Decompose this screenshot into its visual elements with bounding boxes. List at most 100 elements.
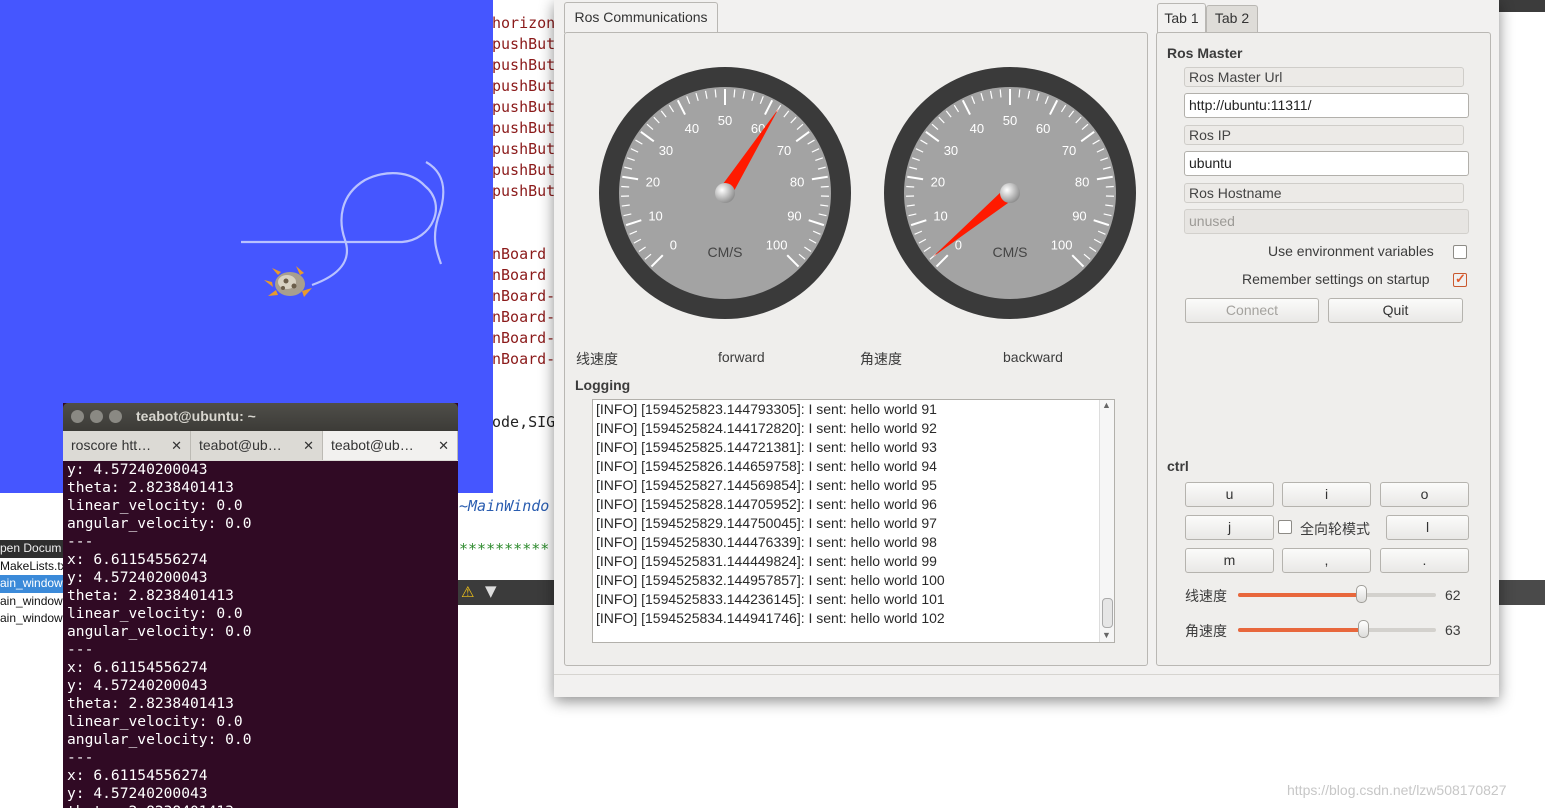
terminal-tab-3[interactable]: teabot@ub… ✕ xyxy=(323,431,458,460)
gauge-unit-label: CM/S xyxy=(708,244,743,260)
gauge-tick-label: 10 xyxy=(648,209,662,224)
terminal-title-bar[interactable]: teabot@ubuntu: ~ xyxy=(63,403,458,431)
tab-1[interactable]: Tab 1 xyxy=(1157,3,1206,33)
key-i-button[interactable]: i xyxy=(1282,482,1371,507)
close-tab-icon[interactable]: ✕ xyxy=(171,431,182,460)
quit-button[interactable]: Quit xyxy=(1328,298,1463,323)
use-env-vars-checkbox[interactable] xyxy=(1453,245,1467,259)
terminal-line: x: 6.61154556274 xyxy=(67,659,208,676)
gauge-hub xyxy=(1000,183,1020,203)
gauge-tick-label: 30 xyxy=(659,143,673,158)
omni-wheel-checkbox[interactable] xyxy=(1278,520,1292,534)
gauge-tick-label: 90 xyxy=(787,209,801,224)
tab-2[interactable]: Tab 2 xyxy=(1206,5,1258,32)
key-u-button[interactable]: u xyxy=(1185,482,1274,507)
angular-speed-slider[interactable] xyxy=(1238,620,1436,638)
connect-button[interactable]: Connect xyxy=(1185,298,1319,323)
ros-hostname-input[interactable]: unused xyxy=(1184,209,1469,234)
gauge-tick-label: 100 xyxy=(766,238,788,253)
close-tab-icon[interactable]: ✕ xyxy=(303,431,314,460)
terminal-tab-2[interactable]: teabot@ub… ✕ xyxy=(191,431,323,460)
gauge-tick-label: 60 xyxy=(1036,121,1050,136)
linear-speed-slider-handle[interactable] xyxy=(1355,585,1367,603)
log-line[interactable]: [INFO] [1594525830.144476339]: I sent: h… xyxy=(596,533,945,552)
key-j-button[interactable]: j xyxy=(1185,515,1274,540)
log-line[interactable]: [INFO] [1594525824.144172820]: I sent: h… xyxy=(596,419,945,438)
ros-gui-window: Ros Communications 0 10 20 30 40 50 60 70 80 90 10… xyxy=(554,0,1499,697)
terminal-line: x: 6.61154556274 xyxy=(67,551,208,568)
linear-speed-value: 62 xyxy=(1445,587,1461,603)
omni-wheel-label: 全向轮模式 xyxy=(1300,521,1370,537)
turtle-sprite xyxy=(264,266,312,297)
open-document-item[interactable]: MakeLists.tx xyxy=(0,558,64,576)
key-l-button[interactable]: l xyxy=(1386,515,1469,540)
log-line[interactable]: [INFO] [1594525832.144957857]: I sent: h… xyxy=(596,571,945,590)
terminal-tab-label: roscore htt… xyxy=(71,437,152,453)
log-line[interactable]: [INFO] [1594525823.144793305]: I sent: h… xyxy=(596,400,945,419)
tab-ros-communications[interactable]: Ros Communications xyxy=(564,2,718,33)
editor-top-bar xyxy=(1496,0,1545,12)
code-line: pushBut xyxy=(492,98,556,116)
warning-icon[interactable]: ⚠ xyxy=(461,583,474,601)
code-line: pushBut xyxy=(492,119,556,137)
open-documents-header: pen Docum xyxy=(0,540,64,558)
angular-speed-slider-handle[interactable] xyxy=(1357,620,1369,638)
ros-ip-input[interactable]: ubuntu xyxy=(1184,151,1469,176)
terminal-line: theta: 2.8238401413 xyxy=(67,479,234,496)
scroll-down-icon[interactable]: ▼ xyxy=(1102,630,1111,640)
log-line[interactable]: [INFO] [1594525827.144569854]: I sent: h… xyxy=(596,476,945,495)
minimize-window-icon[interactable] xyxy=(90,410,103,423)
log-line[interactable]: [INFO] [1594525831.144449824]: I sent: h… xyxy=(596,552,945,571)
filter-icon[interactable]: ▼ xyxy=(485,582,497,600)
ros-master-url-input[interactable]: http://ubuntu:11311/ xyxy=(1184,93,1469,118)
terminal-line: y: 4.57240200043 xyxy=(67,677,208,694)
terminal-line: linear_velocity: 0.0 xyxy=(67,497,243,514)
maximize-window-icon[interactable] xyxy=(109,410,122,423)
log-scrollbar[interactable]: ▲ ▼ xyxy=(1099,400,1114,642)
log-lines: [INFO] [1594525823.144793305]: I sent: h… xyxy=(596,400,945,628)
close-tab-icon[interactable]: ✕ xyxy=(438,431,449,460)
remember-settings-label: Remember settings on startup xyxy=(1242,271,1430,287)
gauge-tick-label: 90 xyxy=(1072,209,1086,224)
remember-settings-checkbox[interactable] xyxy=(1453,271,1467,287)
gauge-tick-label: 70 xyxy=(1062,143,1076,158)
forward-label: forward xyxy=(718,349,765,365)
terminal-output[interactable]: y: 4.57240200043 theta: 2.8238401413 linea… xyxy=(67,461,457,808)
terminal-line: theta: 2.8238401413 xyxy=(67,587,234,604)
log-line[interactable]: [INFO] [1594525829.144750045]: I sent: h… xyxy=(596,514,945,533)
terminal-line: theta: 2.8238401413 xyxy=(67,803,457,808)
log-line[interactable]: [INFO] [1594525834.144941746]: I sent: h… xyxy=(596,609,945,628)
terminal-tab-roscore[interactable]: roscore htt… ✕ xyxy=(63,431,191,460)
code-line: pushBut xyxy=(492,140,556,158)
log-line[interactable]: [INFO] [1594525825.144721381]: I sent: h… xyxy=(596,438,945,457)
log-line[interactable]: [INFO] [1594525826.144659758]: I sent: h… xyxy=(596,457,945,476)
open-document-item[interactable]: ain_window xyxy=(0,610,64,628)
log-scroll-thumb[interactable] xyxy=(1102,598,1113,628)
logging-list[interactable]: [INFO] [1594525823.144793305]: I sent: h… xyxy=(592,399,1115,643)
open-document-item[interactable]: ain_window xyxy=(0,575,64,593)
terminal-window[interactable]: teabot@ubuntu: ~ roscore htt… ✕ teabot@u… xyxy=(63,403,458,808)
angular-speed-value: 63 xyxy=(1445,622,1461,638)
key-o-button[interactable]: o xyxy=(1380,482,1469,507)
key-m-button[interactable]: m xyxy=(1185,548,1274,573)
key-period-button[interactable]: . xyxy=(1380,548,1469,573)
key-comma-button[interactable]: , xyxy=(1282,548,1371,573)
linear-speed-slider[interactable] xyxy=(1238,585,1436,603)
gauge-tick xyxy=(999,89,1002,98)
scroll-up-icon[interactable]: ▲ xyxy=(1102,400,1111,410)
terminal-tab-bar: roscore htt… ✕ teabot@ub… ✕ teabot@ub… ✕ xyxy=(63,431,458,461)
logging-title: Logging xyxy=(575,377,631,393)
angular-speed-slider-label: 角速度 xyxy=(1185,623,1227,639)
terminal-tab-label: teabot@ub… xyxy=(199,437,282,453)
open-document-item[interactable]: ain_window xyxy=(0,593,64,611)
code-line-comment: ********** xyxy=(459,540,550,558)
linear-speed-slider-fill xyxy=(1238,593,1361,597)
log-line[interactable]: [INFO] [1594525833.144236145]: I sent: h… xyxy=(596,590,945,609)
gauge-unit-label: CM/S xyxy=(993,244,1028,260)
angular-speed-slider-fill xyxy=(1238,628,1363,632)
gauge-tick xyxy=(733,89,736,98)
terminal-tab-label: teabot@ub… xyxy=(331,437,414,453)
terminal-line: --- xyxy=(67,641,94,658)
close-window-icon[interactable] xyxy=(71,410,84,423)
log-line[interactable]: [INFO] [1594525828.144705952]: I sent: h… xyxy=(596,495,945,514)
